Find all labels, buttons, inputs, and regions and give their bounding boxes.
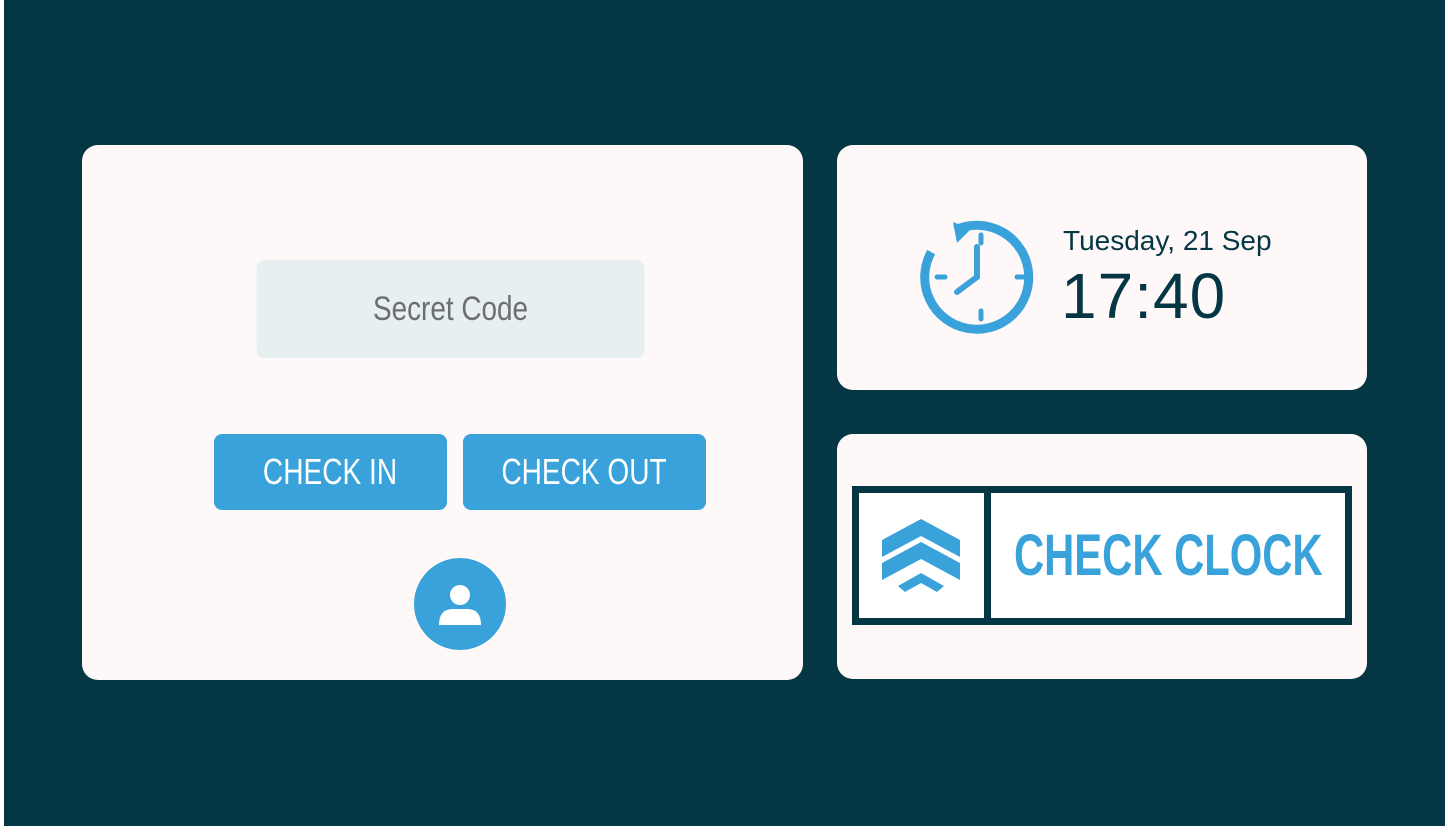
brand-name: CHECK CLOCK [991, 493, 1345, 618]
logo-divider [984, 493, 991, 618]
chevron-up-stack-icon [882, 519, 960, 592]
check-in-label: CHECK IN [263, 451, 398, 492]
profile-button[interactable] [414, 558, 506, 650]
brand-panel: CHECK CLOCK [837, 434, 1367, 679]
check-clock-logo: CHECK CLOCK [852, 486, 1352, 625]
clock-refresh-icon [920, 220, 1034, 334]
secret-code-input[interactable] [256, 260, 645, 358]
check-in-panel: CHECK IN CHECK OUT [82, 145, 803, 680]
current-date: Tuesday, 21 Sep [1063, 225, 1272, 256]
current-time: 17:40 [1061, 260, 1227, 332]
check-out-label: CHECK OUT [501, 451, 668, 492]
user-icon [439, 585, 481, 625]
clock-panel: Tuesday, 21 Sep 17:40 [837, 145, 1367, 390]
app-screen: CHECK IN CHECK OUT Tuesday, 21 Sep 17:40 [4, 0, 1445, 826]
check-in-button[interactable]: CHECK IN [214, 434, 447, 510]
brand-name-text: CHECK CLOCK [1013, 523, 1323, 588]
check-out-button[interactable]: CHECK OUT [463, 434, 706, 510]
